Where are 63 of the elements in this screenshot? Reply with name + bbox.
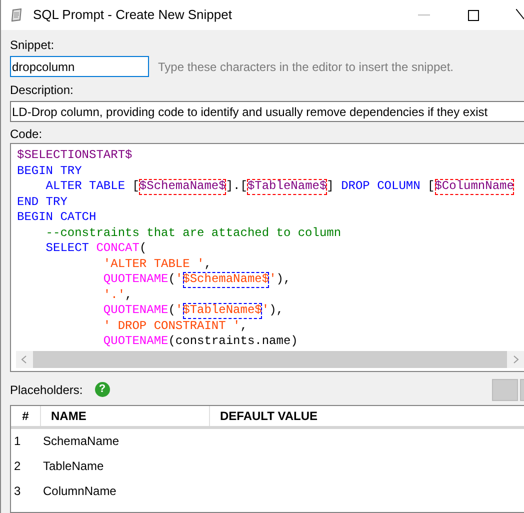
code-label: Code: — [10, 127, 44, 141]
table-row[interactable]: 1 SchemaName — [11, 428, 524, 454]
code-token: , — [125, 288, 132, 303]
code-token: SELECT — [44, 241, 90, 256]
code-token: ' — [269, 272, 276, 288]
code-token: --constraints that are attached to column — [44, 226, 342, 241]
description-label: Description: — [10, 83, 74, 97]
placeholder-name: ColumnName — [42, 483, 116, 500]
code-token: ALTER TABLE — [44, 179, 126, 194]
code-token: QUOTENAME — [102, 272, 168, 288]
code-token: ' DROP CONSTRAINT ' — [102, 318, 240, 334]
code-token: ), — [269, 303, 284, 318]
code-token: ' — [262, 303, 270, 318]
code-token: ' — [175, 272, 183, 288]
code-token: ].[ — [226, 179, 248, 194]
code-editor[interactable] — [10, 143, 524, 372]
code-token: $SchemaName$ — [182, 272, 270, 288]
code-token: , — [240, 318, 248, 334]
column-header[interactable]: DEFAULT VALUE — [210, 406, 524, 426]
code-token: BEGIN CATCH — [17, 210, 96, 226]
table-row[interactable]: 3 ColumnName — [11, 478, 524, 504]
code-token: $TableName$ — [247, 179, 327, 194]
snippet-label: Snippet: — [10, 38, 56, 52]
code-token: (constraints.name) — [168, 334, 298, 350]
row-number: 2 — [13, 458, 22, 475]
code-token: QUOTENAME — [102, 334, 168, 350]
code-token: $ColumnName — [434, 179, 514, 194]
table-row[interactable]: 2 TableName — [11, 454, 524, 478]
toolbar-button[interactable] — [492, 378, 518, 400]
maximize-icon[interactable] — [468, 10, 479, 20]
code-token: QUOTENAME — [102, 303, 168, 318]
code-token: END TRY — [17, 194, 68, 210]
code-token: ( — [168, 272, 176, 288]
hint-text: Type these characters in the editor to insert the snippet. — [158, 58, 454, 76]
code-token: 'ALTER TABLE ' — [102, 256, 204, 272]
column-header[interactable]: NAME — [41, 406, 210, 426]
close-icon[interactable] — [516, 9, 524, 21]
minimize-icon[interactable] — [418, 14, 430, 16]
code-token: DROP COLUMN — [341, 179, 422, 194]
code-token: [ — [428, 179, 435, 194]
placeholder-name: TableName — [42, 458, 104, 475]
code-token: ( — [139, 241, 147, 256]
description-input[interactable]: LD-Drop column, providing code to identify and usually remove dependencies if they exist — [10, 101, 524, 122]
row-number: 3 — [13, 483, 22, 500]
column-header[interactable]: # — [11, 406, 41, 426]
window-title: SQL Prompt - Create New Snippet — [33, 6, 232, 24]
placeholder-name: SchemaName — [42, 433, 120, 450]
code-token: $SELECTIONSTART$ — [17, 148, 132, 164]
code-token: '.' — [102, 288, 126, 303]
code-token: [ — [132, 179, 140, 194]
code-token: BEGIN TRY — [17, 164, 82, 179]
code-token: ' — [175, 303, 183, 318]
code-token: ( — [168, 303, 176, 318]
snippet-input[interactable]: dropcolumn — [10, 56, 149, 77]
code-token: ), — [276, 272, 291, 288]
code-token: $TableName$ — [182, 303, 262, 318]
placeholders-label: Placeholders: — [10, 382, 83, 398]
code-token: , — [204, 256, 212, 272]
row-number: 1 — [13, 433, 22, 450]
code-token: CONCAT — [96, 241, 140, 256]
toolbar-button[interactable] — [520, 378, 524, 400]
code-token: $SchemaName$ — [139, 179, 226, 194]
code-token: ] — [326, 179, 335, 194]
